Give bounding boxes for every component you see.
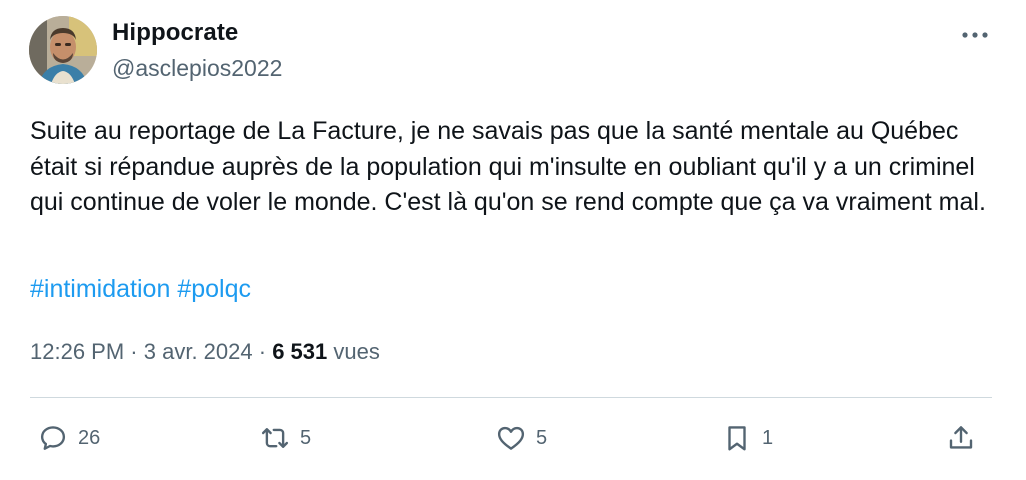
more-horizontal-icon (962, 32, 988, 38)
hashtag-intimidation[interactable]: #intimidation (30, 275, 170, 303)
reply-count: 26 (78, 426, 101, 449)
like-count: 5 (536, 426, 548, 449)
tweet-date[interactable]: 3 avr. 2024 (144, 339, 253, 364)
user-handle[interactable]: @asclepios2022 (112, 55, 282, 82)
retweet-icon (261, 428, 289, 448)
tweet-time[interactable]: 12:26 PM (30, 339, 124, 364)
reply-bubble-icon (40, 426, 66, 450)
hashtag-row: #intimidation #polqc (30, 272, 251, 308)
reply-button[interactable]: 26 (38, 420, 100, 456)
views-label: vues (333, 339, 380, 364)
divider (30, 397, 992, 398)
tweet-card: Hippocrate @asclepios2022 Suite au repor… (0, 0, 1026, 480)
retweet-count: 5 (300, 426, 312, 449)
tweet-text: Suite au reportage de La Facture, je ne … (30, 117, 986, 216)
share-upload-icon (949, 426, 973, 449)
like-button[interactable]: 5 (496, 420, 547, 456)
tweet-meta: 12:26 PM · 3 avr. 2024 · 6 531 vues (30, 339, 380, 365)
hashtag-polqc[interactable]: #polqc (177, 275, 251, 303)
retweet-button[interactable]: 5 (260, 420, 311, 456)
bookmark-count: 1 (762, 426, 774, 449)
bookmark-button[interactable]: 1 (722, 420, 773, 456)
avatar[interactable] (29, 16, 97, 84)
views-count: 6 531 (272, 339, 328, 364)
display-name[interactable]: Hippocrate (112, 19, 238, 47)
heart-icon (497, 426, 525, 450)
meta-separator: · (258, 339, 267, 364)
more-button[interactable] (960, 20, 990, 50)
meta-separator: · (130, 339, 138, 364)
share-button[interactable] (946, 420, 976, 456)
bookmark-icon (728, 426, 746, 451)
avatar-photo (29, 16, 97, 84)
